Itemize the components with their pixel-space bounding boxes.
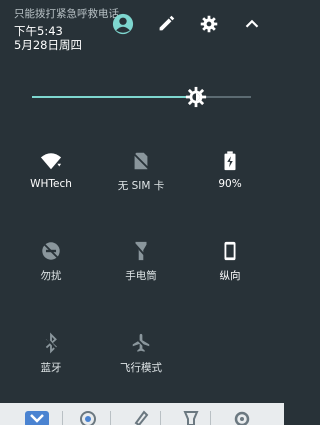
do-not-disturb-icon <box>42 242 60 260</box>
tile-battery[interactable]: 90% <box>190 150 270 200</box>
status-date: 5月28日周四 <box>14 38 82 52</box>
brightness-slider[interactable] <box>32 86 251 108</box>
tile-label: 勿扰 <box>40 270 62 282</box>
app-icon-2[interactable] <box>79 409 97 425</box>
tile-label: 飞行模式 <box>120 362 162 374</box>
brightness-track-active <box>32 96 197 98</box>
bottom-dock <box>0 403 284 425</box>
dock-separator <box>62 411 63 425</box>
app-icon-3[interactable] <box>132 409 150 425</box>
dock-separator <box>160 411 161 425</box>
dock-separator <box>210 411 211 425</box>
flashlight-icon <box>132 241 150 261</box>
edit-icon[interactable] <box>155 13 177 35</box>
tile-orientation[interactable]: 纵向 <box>190 240 270 290</box>
tile-do-not-disturb[interactable]: 勿扰 <box>11 240 91 290</box>
tile-label: 无 SIM 卡 <box>117 180 165 192</box>
tile-label: 90% <box>218 178 242 190</box>
tile-label: 手电筒 <box>125 270 157 282</box>
battery-charging-icon <box>224 151 236 171</box>
emergency-call-note: 只能拨打紧急呼救电话 <box>14 8 119 20</box>
app-icon-4[interactable] <box>182 409 200 425</box>
tile-label: WHTech <box>30 178 72 190</box>
tile-sim[interactable]: 无 SIM 卡 <box>101 150 181 200</box>
brightness-thumb-icon[interactable] <box>185 86 207 108</box>
no-sim-icon <box>132 152 150 170</box>
tile-label: 纵向 <box>219 270 241 282</box>
portrait-icon <box>224 241 236 261</box>
app-icon-1[interactable] <box>25 409 49 425</box>
status-time: 下午5:43 <box>14 24 63 38</box>
settings-icon[interactable] <box>198 13 220 35</box>
tile-airplane-mode[interactable]: 飞行模式 <box>101 332 181 382</box>
tile-wifi[interactable]: WHTech <box>11 150 91 200</box>
account-icon[interactable] <box>112 13 134 35</box>
bluetooth-icon <box>42 332 60 354</box>
dock-separator <box>110 411 111 425</box>
tile-flashlight[interactable]: 手电筒 <box>101 240 181 290</box>
tile-label: 蓝牙 <box>40 362 62 374</box>
collapse-icon[interactable] <box>241 13 263 35</box>
app-icon-5[interactable] <box>233 409 251 425</box>
tile-bluetooth[interactable]: 蓝牙 <box>11 332 91 382</box>
wifi-icon <box>40 153 62 170</box>
airplane-icon <box>132 333 150 352</box>
